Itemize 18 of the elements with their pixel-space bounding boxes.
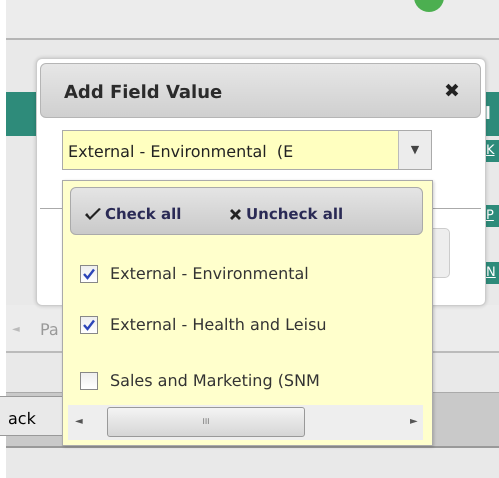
close-button[interactable]: ✖ xyxy=(440,77,464,106)
uncheck-all-button[interactable]: Uncheck all xyxy=(228,203,344,226)
check-all-button[interactable]: Check all xyxy=(84,203,182,226)
scrollbar-thumb[interactable]: III xyxy=(107,407,305,437)
dialog-title: Add Field Value xyxy=(64,81,222,105)
checkbox[interactable] xyxy=(80,372,98,390)
dropdown-button[interactable]: ▼ xyxy=(398,131,431,169)
select-value: External - Environmental (E xyxy=(68,141,294,163)
checkbox[interactable] xyxy=(80,316,98,334)
tab-bar xyxy=(6,92,38,136)
option-label[interactable]: External - Environmental xyxy=(110,262,309,286)
close-icon xyxy=(228,206,243,222)
option-label[interactable]: Sales and Marketing (SNM xyxy=(110,369,320,393)
option-label[interactable]: External - Health and Leisu xyxy=(110,313,327,337)
checkbox[interactable] xyxy=(80,265,98,283)
select-field[interactable] xyxy=(62,130,432,170)
pager-text: Pa xyxy=(40,319,59,341)
check-icon xyxy=(84,207,102,222)
